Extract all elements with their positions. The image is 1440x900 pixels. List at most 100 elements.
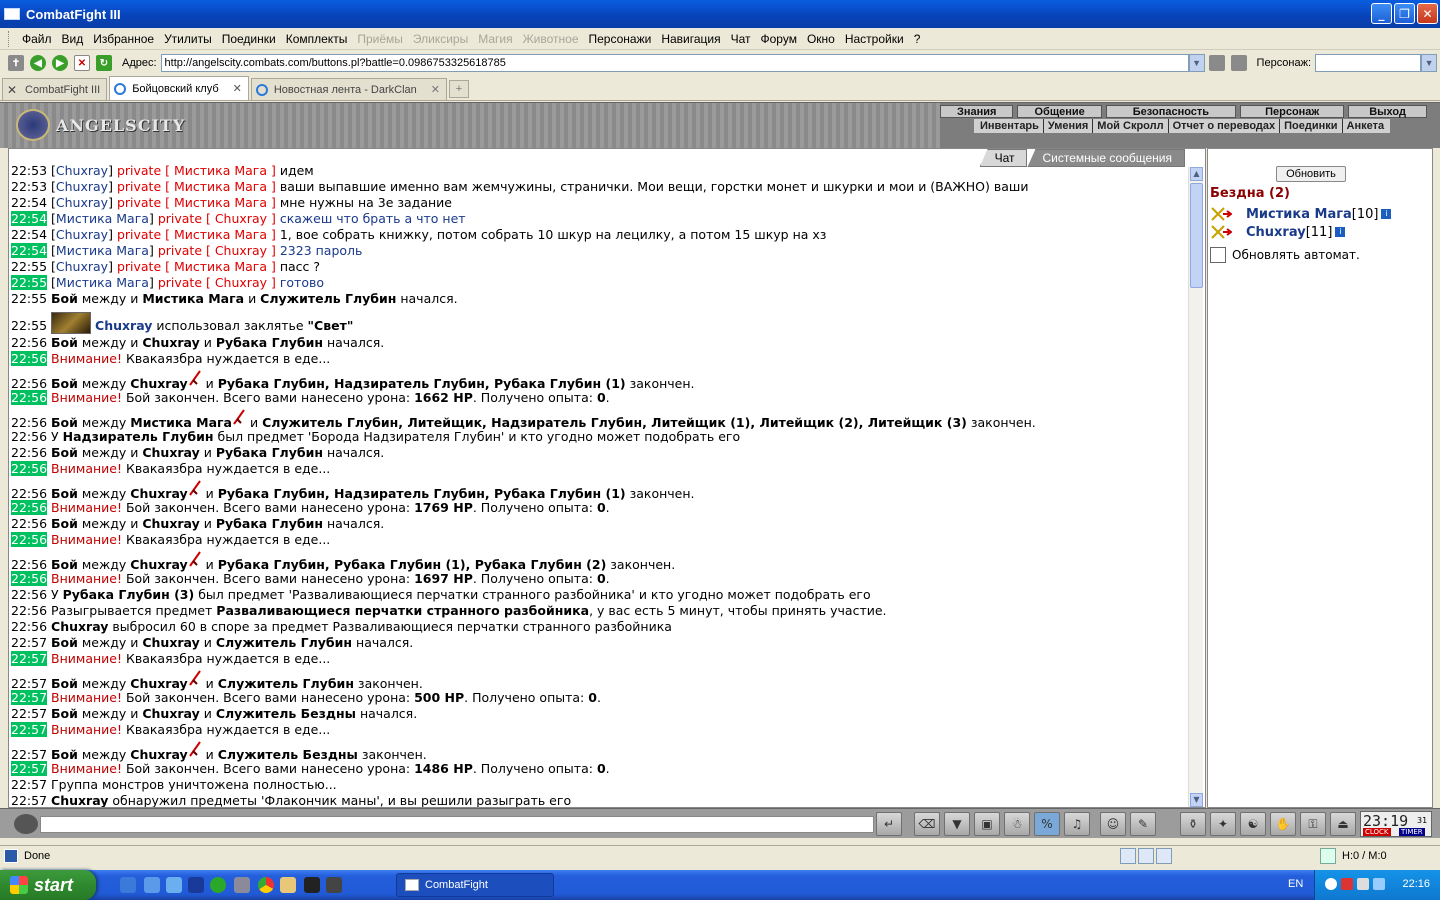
menu-fights[interactable]: Поединки <box>217 32 281 46</box>
menu-sets[interactable]: Комплекты <box>281 32 353 46</box>
address-input[interactable]: http://angelscity.combats.com/buttons.pl… <box>160 54 1189 72</box>
chat-timestamp[interactable]: 22:54 <box>11 243 48 258</box>
character-select[interactable] <box>1315 54 1422 72</box>
chrome-quicklaunch-icon[interactable] <box>258 877 274 893</box>
auto-refresh-option[interactable]: Обновлять автомат. <box>1210 247 1360 263</box>
flower-quicklaunch-icon[interactable] <box>210 877 226 893</box>
minimize-button[interactable]: _ <box>1371 3 1392 24</box>
chat-timestamp[interactable]: 22:57 <box>11 635 47 650</box>
chat-timestamp[interactable]: 22:56 <box>11 500 48 515</box>
layout-icon[interactable] <box>1138 848 1154 864</box>
nav-fights[interactable]: Поединки <box>1280 119 1343 133</box>
chat-nick[interactable]: Мистика Мага <box>56 243 149 258</box>
fight-log-icon[interactable] <box>188 667 202 686</box>
menu-help[interactable]: ? <box>909 32 926 46</box>
tab-close-icon[interactable]: ✕ <box>431 83 440 96</box>
refresh-button[interactable]: ↻ <box>96 55 112 71</box>
exit-icon[interactable]: ⏏ <box>1330 812 1356 836</box>
percent-icon[interactable]: % <box>1034 812 1060 836</box>
shield-icon[interactable] <box>1341 878 1353 890</box>
fight-log-icon[interactable] <box>188 548 202 567</box>
tab-system-messages[interactable]: Системные сообщения <box>1027 149 1185 167</box>
star-quicklaunch-icon[interactable] <box>188 877 204 893</box>
private-tag[interactable]: private [ Мистика Мага ] <box>117 179 276 194</box>
chat-scrollbar[interactable]: ▲ ▼ <box>1188 167 1203 807</box>
chat-timestamp[interactable]: 22:56 <box>11 486 47 501</box>
user-name[interactable]: Мистика Мага <box>1246 207 1352 222</box>
new-tab-button[interactable]: + <box>449 80 469 98</box>
chat-timestamp[interactable]: 22:56 <box>11 376 47 391</box>
chat-nick[interactable]: Chuxray <box>56 259 108 274</box>
private-tag[interactable]: private [ Chuxray ] <box>158 243 276 258</box>
tab-news-darkclan[interactable]: Новостная лента - DarkClan ✕ <box>250 78 447 100</box>
filter-icon[interactable]: ▼ <box>944 812 970 836</box>
chat-timestamp[interactable]: 22:55 <box>11 318 47 333</box>
chat-timestamp[interactable]: 22:56 <box>11 587 47 602</box>
nav-character[interactable]: Персонаж <box>1240 105 1345 118</box>
chat-timestamp[interactable]: 22:56 <box>11 429 47 444</box>
chat-timestamp[interactable]: 22:57 <box>11 651 48 666</box>
chat-timestamp[interactable]: 22:57 <box>11 690 48 705</box>
chat-nick[interactable]: Chuxray <box>56 179 108 194</box>
info-icon[interactable]: i <box>1381 209 1392 219</box>
chat-timestamp[interactable]: 22:56 <box>11 516 47 531</box>
app-quicklaunch-icon[interactable] <box>234 877 250 893</box>
tab-close-icon[interactable]: ✕ <box>233 82 242 95</box>
chat-timestamp[interactable]: 22:57 <box>11 761 48 776</box>
fight-log-icon[interactable] <box>188 738 202 757</box>
tab-fight-club[interactable]: Бойцовский клуб ✕ <box>109 76 249 100</box>
menu-forum[interactable]: Форум <box>756 32 802 46</box>
private-tag[interactable]: private [ Мистика Мага ] <box>117 195 276 210</box>
network-icon[interactable] <box>1373 878 1385 890</box>
close-button[interactable]: ✕ <box>1417 3 1438 24</box>
start-button[interactable]: start <box>0 870 96 900</box>
chat-timestamp[interactable]: 22:56 <box>11 335 47 350</box>
taskbar-item-combatfight[interactable]: CombatFight <box>396 873 554 897</box>
menu-view[interactable]: Вид <box>57 32 89 46</box>
browser-quicklaunch-icon[interactable] <box>166 877 182 893</box>
chat-timestamp[interactable]: 22:56 <box>11 351 48 366</box>
user-row[interactable]: Мистика Мага [10] i <box>1210 205 1392 223</box>
tab-chat[interactable]: Чат <box>979 149 1028 167</box>
nav-knowledge[interactable]: Знания <box>940 105 1014 118</box>
chat-timestamp[interactable]: 22:56 <box>11 390 48 405</box>
menu-file[interactable]: Файл <box>17 32 57 46</box>
nav-inventory[interactable]: Инвентарь <box>976 119 1044 133</box>
private-tag[interactable]: private [ Мистика Мага ] <box>117 259 276 274</box>
info-icon[interactable]: i <box>1335 227 1346 237</box>
dance-icon[interactable]: ☃ <box>1004 812 1030 836</box>
translit-icon[interactable]: ✎ <box>1130 812 1156 836</box>
back-button[interactable]: ◀ <box>30 55 46 71</box>
chat-timestamp[interactable]: 22:56 <box>11 557 47 572</box>
go-icon[interactable] <box>1208 55 1225 71</box>
eraser-icon[interactable]: ⌫ <box>914 812 940 836</box>
chat-timestamp[interactable]: 22:56 <box>11 619 47 634</box>
send-icon[interactable]: ↵ <box>876 812 902 836</box>
chat-nick[interactable]: Chuxray <box>95 318 152 333</box>
nav-exit[interactable]: Выход <box>1348 105 1427 118</box>
lock-icon[interactable]: ⚿ <box>1300 812 1326 836</box>
chat-timestamp[interactable]: 22:56 <box>11 445 47 460</box>
save-icon[interactable]: ▣ <box>974 812 1000 836</box>
menu-window[interactable]: Окно <box>802 32 840 46</box>
nav-my-scroll[interactable]: Мой Скролл <box>1093 119 1169 133</box>
language-indicator[interactable]: EN <box>1288 878 1303 890</box>
popup-icon[interactable] <box>1156 848 1172 864</box>
menu-utilities[interactable]: Утилиты <box>159 32 217 46</box>
chat-timestamp[interactable]: 22:57 <box>11 793 47 807</box>
chat-timestamp[interactable]: 22:54 <box>11 195 47 210</box>
chat-mode-icon[interactable] <box>14 814 38 834</box>
chat-timestamp[interactable]: 22:57 <box>11 722 48 737</box>
forward-button[interactable]: ▶ <box>52 55 68 71</box>
user-name[interactable]: Chuxray <box>1246 225 1306 240</box>
chat-timestamp[interactable]: 22:57 <box>11 777 47 792</box>
nav-skills[interactable]: Умения <box>1044 119 1094 133</box>
ie-quicklaunch-icon[interactable] <box>120 877 136 893</box>
chat-timestamp[interactable]: 22:56 <box>11 461 48 476</box>
chat-timestamp[interactable]: 22:54 <box>11 211 48 226</box>
smiley-icon[interactable]: ☺ <box>1100 812 1126 836</box>
menu-settings[interactable]: Настройки <box>840 32 909 46</box>
cf-quicklaunch-icon[interactable] <box>304 877 320 893</box>
refresh-users-button[interactable]: Обновить <box>1276 166 1346 182</box>
fight-log-icon[interactable] <box>188 477 202 496</box>
